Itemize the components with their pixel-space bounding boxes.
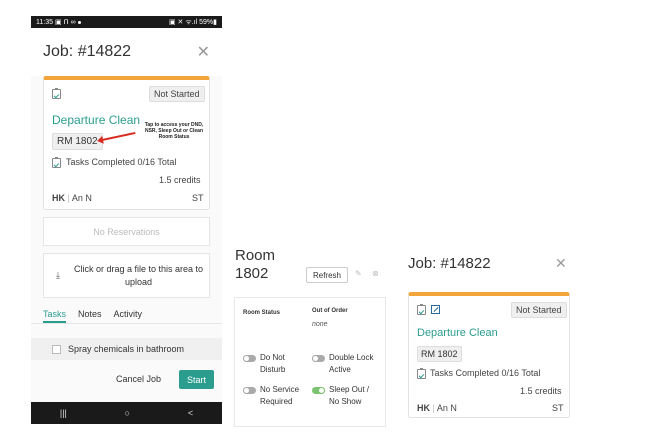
close-icon-2[interactable]: ✕	[555, 255, 567, 272]
upload-text: Click or drag a file to this area to upl…	[73, 263, 204, 287]
nsr-toggle[interactable]	[243, 387, 256, 394]
upload-dropzone[interactable]: ⤓ Click or drag a file to this area to u…	[43, 253, 210, 298]
task-checkbox[interactable]	[52, 344, 61, 354]
room-status-label: Room Status	[243, 310, 281, 316]
credits-label-2: 1.5 credits	[520, 386, 562, 396]
tasks-icon	[52, 157, 61, 168]
dnd-label: Do Not Disturb	[260, 353, 286, 374]
job-header: Job: #14822 ✕	[31, 28, 222, 76]
sleep-out-label: Sleep Out / No Show	[329, 385, 370, 406]
job-type-title: Departure Clean	[52, 113, 141, 127]
annotation-arrow	[101, 131, 136, 141]
room-title: Room 1802	[235, 247, 276, 282]
assignee-row-2: HK | An N	[417, 403, 457, 413]
tab-bar: Tasks Notes Activity	[43, 309, 142, 323]
double-lock-label: Double Lock Active	[329, 353, 374, 374]
status-badge: Not Started	[149, 86, 205, 102]
annotation-text: Tap to access your DND, NSR, Sleep Out o…	[144, 122, 204, 140]
start-button[interactable]: Start	[179, 370, 214, 389]
task-label: Spray chemicals in bathroom	[68, 344, 185, 354]
tab-divider	[31, 323, 222, 324]
status-indicators: ▣ ✕ ᯤ.ıl 59%▮	[168, 18, 217, 26]
dnd-toggle[interactable]	[243, 355, 256, 362]
recents-button[interactable]: |||	[60, 408, 67, 418]
room-panel: Room 1802 Refresh ✎ ⊗ Room Status Out of…	[230, 240, 390, 430]
nsr-label: No Service Required	[260, 385, 300, 406]
sleep-out-toggle[interactable]	[312, 387, 325, 394]
short-code-2: ST	[552, 403, 564, 413]
job-title: Job: #14822	[43, 43, 132, 60]
assignee-row: HK | An N	[52, 193, 92, 203]
no-reservations: No Reservations	[43, 217, 210, 246]
room-status-box: Room Status Out of Order none Do Not Dis…	[234, 297, 386, 427]
status-time: 11:35 ▣ ᑎ ∞	[36, 18, 81, 26]
room-badge[interactable]: RM 1802	[52, 133, 103, 150]
close-circle-icon[interactable]: ⊗	[372, 269, 379, 278]
job-card-2[interactable]: Not Started Departure Clean RM 1802 Task…	[408, 292, 570, 418]
tab-activity[interactable]: Activity	[114, 309, 143, 323]
cancel-job-button[interactable]: Cancel Job	[116, 374, 161, 384]
task-item[interactable]: Spray chemicals in bathroom	[31, 338, 222, 360]
tasks-completed-label: Tasks Completed 0/16 Total	[66, 157, 177, 167]
android-nav-bar: ||| ○ <	[31, 402, 222, 424]
refresh-button[interactable]: Refresh	[306, 267, 348, 283]
status-bar: 11:35 ▣ ᑎ ∞ ▣ ✕ ᯤ.ıl 59%▮	[31, 16, 222, 28]
double-lock-toggle[interactable]	[312, 355, 325, 362]
room-badge-2[interactable]: RM 1802	[417, 346, 462, 362]
job-type-title-2: Departure Clean	[417, 327, 498, 339]
out-of-order-value: none	[312, 321, 328, 328]
upload-icon: ⤓	[56, 270, 60, 280]
close-icon[interactable]: ✕	[197, 42, 210, 62]
phone-screen: 11:35 ▣ ᑎ ∞ ▣ ✕ ᯤ.ıl 59%▮ Job: #14822 ✕ …	[31, 16, 222, 424]
job-title-2: Job: #14822	[408, 255, 491, 272]
out-of-order-label: Out of Order	[312, 308, 348, 314]
status-badge-2: Not Started	[511, 302, 567, 318]
home-button[interactable]: ○	[125, 408, 130, 418]
credits-label: 1.5 credits	[159, 175, 201, 185]
tasks-icon-2	[417, 368, 426, 379]
tab-tasks[interactable]: Tasks	[43, 309, 67, 323]
clipboard-icon-2	[417, 304, 426, 315]
image-icon	[431, 305, 440, 314]
short-code: ST	[192, 193, 204, 203]
tab-notes[interactable]: Notes	[78, 309, 102, 323]
back-button[interactable]: <	[188, 408, 193, 418]
tasks-completed-label-2: Tasks Completed 0/16 Total	[430, 368, 541, 378]
job-detail-panel: Job: #14822 ✕ Not Started Departure Clea…	[398, 244, 580, 424]
clipboard-icon	[52, 88, 61, 99]
edit-icon[interactable]: ✎	[355, 269, 362, 278]
job-card[interactable]: Not Started Departure Clean RM 1802 Task…	[43, 76, 210, 210]
